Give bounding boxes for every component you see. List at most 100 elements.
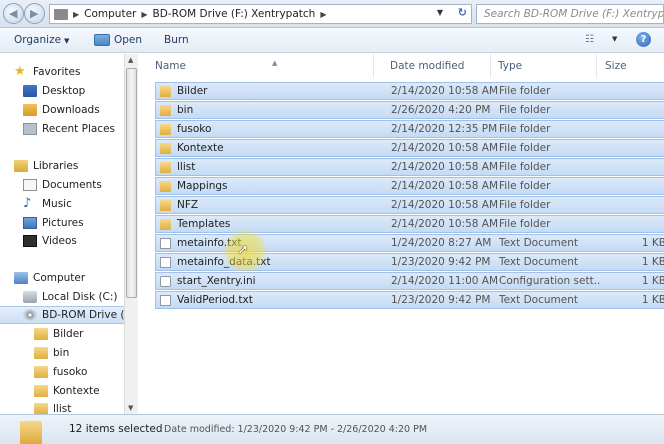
- forward-arrow-icon: ▶: [30, 7, 39, 20]
- nav-item-local-disk[interactable]: Local Disk (C:): [0, 288, 125, 306]
- file-date: 2/14/2020 10:58 AM: [391, 142, 499, 154]
- table-row[interactable]: metainfo.txt 1/24/2020 8:27 AM Text Docume…: [155, 234, 664, 252]
- file-date: 2/14/2020 10:58 AM: [391, 161, 499, 173]
- table-row[interactable]: fusoko 2/14/2020 12:35 PM File folder: [155, 120, 664, 138]
- breadcrumb-drive[interactable]: BD-ROM Drive (F:) Xentrypatch: [153, 8, 316, 20]
- nav-item-bd-rom-drive[interactable]: BD-ROM Drive (F: [0, 306, 125, 324]
- table-row[interactable]: Mappings 2/14/2020 10:58 AM File folder: [155, 177, 664, 195]
- breadcrumb-separator-icon[interactable]: ▶: [73, 10, 79, 19]
- burn-button[interactable]: Burn: [164, 34, 189, 46]
- nav-item-fusoko[interactable]: fusoko: [0, 363, 125, 381]
- folder-icon: [34, 403, 48, 414]
- table-row[interactable]: Bilder 2/14/2020 10:58 AM File folder: [155, 82, 664, 100]
- nav-item-bilder[interactable]: Bilder: [0, 325, 125, 343]
- table-row[interactable]: NFZ 2/14/2020 10:58 AM File folder: [155, 196, 664, 214]
- file-type: File folder: [499, 104, 551, 116]
- file-type: Text Document: [499, 256, 578, 268]
- nav-item-label: Kontexte: [53, 385, 100, 397]
- computer-icon: [14, 272, 28, 284]
- back-button[interactable]: ◀: [3, 3, 24, 24]
- file-type: Text Document: [499, 237, 578, 249]
- open-icon: [94, 34, 110, 46]
- file-list: Name ▲ Date modified Type Size Bilder 2/14…: [139, 54, 664, 414]
- date-range: Date modified: 1/23/2020 9:42 PM - 2/26/…: [164, 424, 428, 435]
- nav-item-favorites[interactable]: ★ Favorites: [0, 63, 125, 81]
- text-file-icon: [160, 295, 171, 306]
- videos-icon: [23, 235, 37, 247]
- file-size: 1 KB: [641, 256, 664, 268]
- table-row[interactable]: ValidPeriod.txt 1/23/2020 9:42 PM Text Doc…: [155, 291, 664, 309]
- nav-item-libraries[interactable]: Libraries: [0, 157, 125, 175]
- folder-icon: [160, 200, 171, 211]
- navigation-scrollbar[interactable]: ▲ ▼: [124, 54, 138, 414]
- nav-item-videos[interactable]: Videos: [0, 232, 125, 250]
- folder-icon: [160, 162, 171, 173]
- file-type: Text Document: [499, 294, 578, 306]
- documents-icon: [23, 179, 37, 191]
- libraries-icon: [14, 160, 28, 172]
- nav-item-label: Videos: [42, 235, 77, 247]
- nav-item-documents[interactable]: Documents: [0, 176, 125, 194]
- pictures-icon: [23, 217, 37, 229]
- file-type: File folder: [499, 123, 551, 135]
- search-input[interactable]: Search BD-ROM Drive (F:) Xentrypatch: [476, 4, 664, 24]
- nav-item-desktop[interactable]: Desktop: [0, 82, 125, 100]
- nav-item-label: Desktop: [42, 85, 86, 97]
- file-type: File folder: [499, 142, 551, 154]
- help-icon[interactable]: ?: [636, 32, 651, 47]
- breadcrumb-computer[interactable]: Computer: [84, 8, 136, 20]
- nav-item-label: Libraries: [33, 160, 79, 172]
- organize-label: Organize: [14, 34, 62, 46]
- recent-places-icon: [23, 123, 37, 135]
- nav-item-bin[interactable]: bin: [0, 344, 125, 362]
- breadcrumb-separator-icon[interactable]: ▶: [141, 10, 147, 19]
- nav-item-label: Bilder: [53, 328, 84, 340]
- column-header-name[interactable]: Name ▲: [149, 54, 374, 78]
- scrollbar-thumb[interactable]: [126, 68, 137, 298]
- nav-item-llist[interactable]: llist: [0, 400, 125, 414]
- local-disk-icon: [23, 291, 37, 303]
- breadcrumb-separator-icon[interactable]: ▶: [320, 10, 326, 19]
- nav-item-label: bin: [53, 347, 70, 359]
- nav-item-downloads[interactable]: Downloads: [0, 101, 125, 119]
- table-row[interactable]: Templates 2/14/2020 10:58 AM File folder: [155, 215, 664, 233]
- nav-item-label: Pictures: [42, 217, 84, 229]
- file-size: 1 KB: [641, 275, 664, 287]
- file-name: metainfo.txt: [177, 237, 242, 249]
- nav-item-kontexte[interactable]: Kontexte: [0, 382, 125, 400]
- forward-button[interactable]: ▶: [24, 3, 45, 24]
- nav-item-computer[interactable]: Computer: [0, 269, 125, 287]
- file-date: 2/14/2020 10:58 AM: [391, 85, 499, 97]
- bd-rom-icon: [23, 309, 37, 321]
- file-date: 1/23/2020 9:42 PM: [391, 294, 491, 306]
- view-options-icon[interactable]: ☷: [585, 34, 594, 45]
- file-date: 2/26/2020 4:20 PM: [391, 104, 491, 116]
- organize-button[interactable]: Organize ▼: [14, 34, 69, 46]
- refresh-icon[interactable]: ↻: [458, 6, 467, 19]
- nav-item-pictures[interactable]: Pictures: [0, 214, 125, 232]
- nav-item-recent-places[interactable]: Recent Places: [0, 120, 125, 138]
- folder-icon: [160, 105, 171, 116]
- table-row[interactable]: start_Xentry.ini 2/14/2020 11:00 AM Config…: [155, 272, 664, 290]
- column-header-date[interactable]: Date modified: [384, 54, 491, 78]
- scroll-up-icon[interactable]: ▲: [128, 56, 133, 64]
- file-name: Bilder: [177, 85, 208, 97]
- open-button[interactable]: Open: [94, 34, 142, 46]
- column-header-type[interactable]: Type: [492, 54, 597, 78]
- scroll-down-icon[interactable]: ▼: [128, 404, 133, 412]
- column-header-label: Name: [155, 60, 186, 72]
- sort-ascending-icon: ▲: [272, 59, 278, 67]
- column-header-size[interactable]: Size: [599, 54, 659, 78]
- table-row[interactable]: metainfo_data.txt 1/23/2020 9:42 PM Text D…: [155, 253, 664, 271]
- table-row[interactable]: bin 2/26/2020 4:20 PM File folder: [155, 101, 664, 119]
- folder-icon: [20, 421, 42, 444]
- address-bar: ◀ ▶ ▶ Computer ▶ BD-ROM Drive (F:) Xentr…: [0, 0, 664, 28]
- chevron-down-icon[interactable]: ▼: [612, 35, 617, 43]
- table-row[interactable]: llist 2/14/2020 10:58 AM File folder: [155, 158, 664, 176]
- file-name: metainfo_data.txt: [177, 256, 271, 268]
- nav-item-music[interactable]: ♪ Music: [0, 195, 125, 213]
- breadcrumb[interactable]: ▶ Computer ▶ BD-ROM Drive (F:) Xentrypat…: [49, 4, 472, 24]
- table-row[interactable]: Kontexte 2/14/2020 10:58 AM File folder: [155, 139, 664, 157]
- file-name: bin: [177, 104, 194, 116]
- address-dropdown-icon[interactable]: ▼: [437, 8, 443, 17]
